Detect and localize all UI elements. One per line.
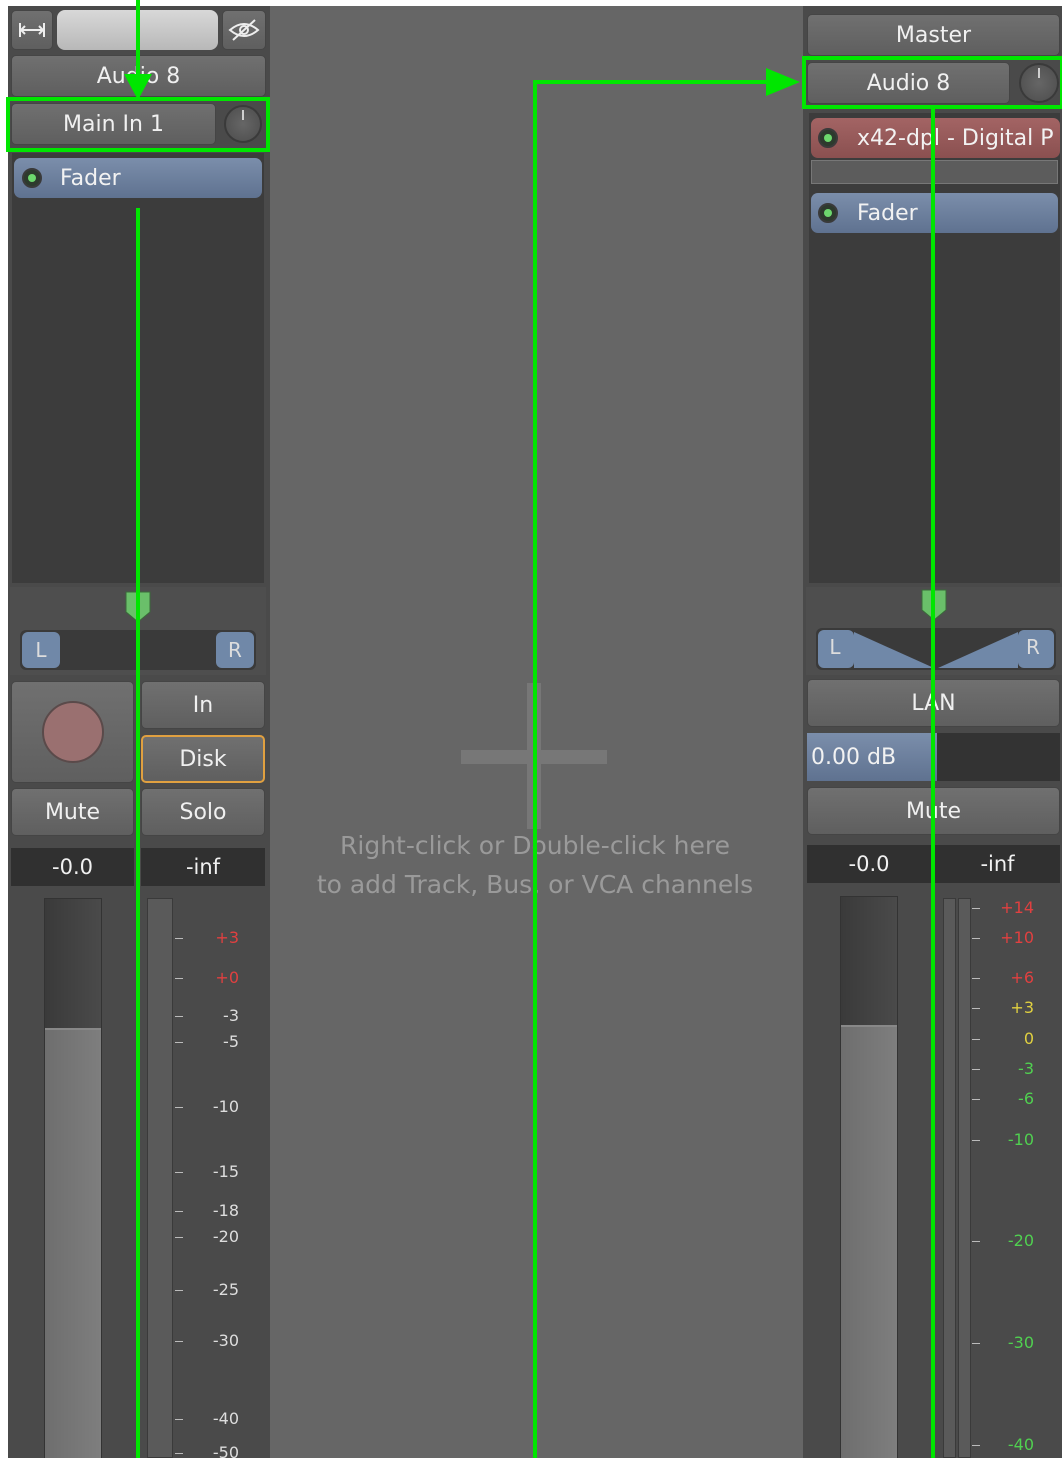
pan-right-badge: R — [216, 632, 254, 668]
meter-scale-label: -10 — [212, 1097, 239, 1116]
level-meter — [147, 898, 173, 1458]
meter-scale-label: -40 — [1007, 1435, 1034, 1454]
meter-scale-label: -3 — [1018, 1059, 1034, 1078]
master-gain-readout-value: -0.0 — [848, 852, 890, 876]
solo-label: Solo — [179, 799, 227, 825]
meter-scale-label: +10 — [1000, 928, 1034, 947]
pan-right-label: R — [228, 638, 242, 662]
annotation-arrow-down-icon — [124, 74, 152, 100]
meter-scale-label: +14 — [1000, 898, 1034, 917]
highlight-box-master-input — [802, 56, 1062, 109]
master-fader-processor-led[interactable] — [818, 203, 838, 223]
monitor-input-button[interactable]: In — [141, 681, 265, 729]
annotation-line-master-signal — [931, 108, 935, 1458]
annotation-line-center-horizontal — [533, 80, 773, 84]
annotation-line-left-signal — [136, 208, 140, 1458]
meter-scale-label: -50 — [212, 1443, 239, 1462]
gain-readout[interactable]: -0.0 — [11, 848, 134, 886]
meter-scale-label: +3 — [1010, 998, 1034, 1017]
meter-scale-label: -30 — [1007, 1333, 1034, 1352]
highlight-box-main-in — [6, 97, 270, 152]
fader-processor-label: Fader — [60, 165, 121, 191]
width-toggle-button[interactable] — [11, 10, 53, 50]
gain-fader-fill — [45, 1028, 101, 1458]
fader-processor-led[interactable] — [22, 168, 42, 188]
meter-scale-label: +3 — [215, 928, 239, 947]
master-meter-right — [958, 898, 971, 1458]
master-pan-left-text: L — [829, 635, 841, 659]
annotation-line-center-vertical — [533, 80, 537, 1458]
plugin-processor-label: x42-dpl - Digital P — [857, 125, 1054, 151]
record-enable-button[interactable] — [11, 681, 134, 783]
meter-scale-label: -5 — [223, 1032, 239, 1051]
monitor-input-label: In — [192, 692, 214, 718]
meter-scale-label: 0 — [1023, 1029, 1034, 1048]
meter-scale-label: -30 — [212, 1331, 239, 1350]
mute-label: Mute — [44, 799, 101, 825]
solo-button[interactable]: Solo — [141, 788, 265, 836]
meter-scale-label: -20 — [212, 1227, 239, 1246]
master-peak-readout[interactable]: -inf — [935, 845, 1060, 883]
meter-scale-label: +6 — [1010, 968, 1034, 987]
master-name-label: Master — [895, 22, 972, 48]
hide-eye-icon — [228, 19, 260, 41]
record-icon — [41, 701, 104, 763]
meter-scale: +3 +0 -3 -5 -10 -15 -18 -20 -25 -30 -40 -50 — [175, 898, 265, 1462]
master-pan-right-text: R — [1026, 635, 1040, 659]
meter-scale-label: -3 — [223, 1006, 239, 1025]
master-fader-processor-label: Fader — [857, 200, 918, 226]
mute-button[interactable]: Mute — [11, 788, 134, 836]
peak-readout-value: -inf — [185, 855, 221, 879]
meter-scale-label: -20 — [1007, 1231, 1034, 1250]
annotation-line-top — [136, 0, 140, 84]
meter-scale-label: -18 — [212, 1201, 239, 1220]
monitor-disk-label: Disk — [179, 746, 227, 772]
annotation-arrow-right-icon — [766, 68, 800, 96]
pan-left-badge: L — [22, 632, 60, 668]
meter-scale-label: -10 — [1007, 1130, 1034, 1149]
master-name-button[interactable]: Master — [807, 14, 1060, 56]
master-gain-fader-fill — [841, 1025, 897, 1458]
gain-readout-value: -0.0 — [52, 855, 93, 879]
meter-scale-label: -15 — [212, 1162, 239, 1181]
meter-scale-label: -40 — [212, 1409, 239, 1428]
fader-processor[interactable]: Fader — [14, 158, 262, 198]
plugin-processor[interactable]: x42-dpl - Digital P — [811, 118, 1060, 158]
pan-left-label: L — [35, 638, 47, 662]
master-meter-scale: +14 +10 +6 +3 0 -3 -6 -10 -20 -30 -40 — [972, 898, 1060, 1458]
meter-scale-label: -25 — [212, 1280, 239, 1299]
monitor-disk-button[interactable]: Disk — [141, 735, 265, 783]
gain-entry-value: 0.00 dB — [811, 744, 897, 770]
master-meter-left — [943, 898, 956, 1458]
expand-width-icon — [19, 23, 45, 37]
meter-scale-label: -6 — [1018, 1089, 1034, 1108]
master-peak-readout-value: -inf — [980, 852, 1015, 876]
hide-strip-button[interactable] — [222, 10, 266, 50]
master-gain-readout[interactable]: -0.0 — [807, 845, 931, 883]
meter-scale-label: +0 — [215, 968, 239, 987]
plugin-processor-led[interactable] — [818, 128, 838, 148]
gain-entry-fill: 0.00 dB — [807, 733, 937, 781]
peak-readout[interactable]: -inf — [141, 848, 265, 886]
